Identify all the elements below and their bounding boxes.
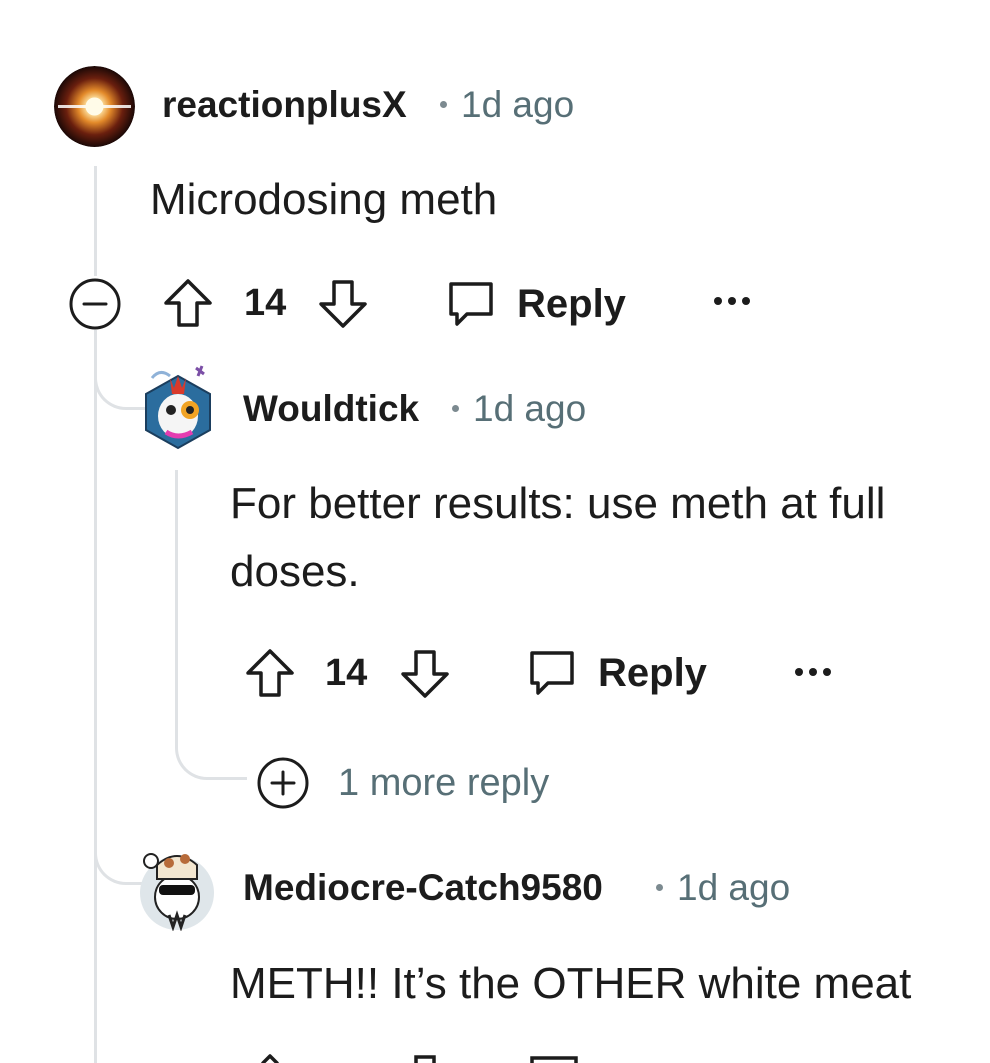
- separator-dot: [452, 404, 459, 412]
- chat-bubble-icon: [445, 278, 497, 330]
- thread-branch-more-replies: [175, 735, 247, 780]
- vote-score: 14: [244, 282, 287, 324]
- comment-username[interactable]: Mediocre-Catch9580: [243, 867, 603, 909]
- chat-bubble-icon[interactable]: [528, 1056, 580, 1063]
- upvote-arrow-icon[interactable]: [162, 277, 214, 329]
- thread-line-wouldtick: [175, 470, 178, 740]
- expand-plus-icon: [256, 756, 310, 810]
- comment-body: METH!! It’s the OTHER white meat: [230, 959, 912, 1008]
- downvote-arrow-icon[interactable]: [317, 278, 369, 330]
- avatar-reactionplusx[interactable]: [54, 66, 135, 147]
- upvote-arrow-icon[interactable]: [244, 1052, 296, 1063]
- avatar-wouldtick[interactable]: [138, 362, 218, 452]
- comment-body: Microdosing meth: [150, 175, 498, 224]
- reply-label: Reply: [598, 650, 707, 695]
- thread-line-root: [94, 166, 97, 276]
- timestamp-text: 1d ago: [677, 867, 791, 908]
- collapse-minus-icon[interactable]: [68, 277, 122, 331]
- reply-button[interactable]: Reply: [445, 278, 626, 330]
- comment-body: For better results: use meth at full dos…: [230, 479, 886, 596]
- more-dots-icon[interactable]: [713, 295, 751, 307]
- avatar-mediocre-catch9580[interactable]: [137, 843, 217, 931]
- timestamp-text: 1d ago: [461, 84, 575, 125]
- thread-line-root-lower: [94, 330, 97, 1063]
- downvote-arrow-icon[interactable]: [412, 1055, 438, 1063]
- vote-score: 14: [325, 652, 368, 694]
- thread-branch-mediocre: [94, 835, 142, 885]
- separator-dot: [656, 883, 663, 891]
- timestamp-text: 1d ago: [473, 388, 587, 429]
- comment-username[interactable]: reactionplusX: [162, 84, 407, 126]
- more-dots-icon[interactable]: [794, 666, 832, 678]
- upvote-arrow-icon[interactable]: [244, 647, 296, 699]
- reply-label: Reply: [517, 281, 626, 326]
- comment-timestamp: 1d ago: [656, 867, 790, 909]
- reply-button[interactable]: Reply: [526, 647, 707, 699]
- chat-bubble-icon: [526, 647, 578, 699]
- comment-timestamp: 1d ago: [440, 84, 574, 126]
- more-replies-label: 1 more reply: [338, 761, 550, 804]
- separator-dot: [440, 100, 447, 108]
- comment-username[interactable]: Wouldtick: [243, 388, 419, 430]
- downvote-arrow-icon[interactable]: [399, 648, 451, 700]
- comment-timestamp: 1d ago: [452, 388, 586, 430]
- more-replies-link[interactable]: 1 more reply: [256, 756, 549, 810]
